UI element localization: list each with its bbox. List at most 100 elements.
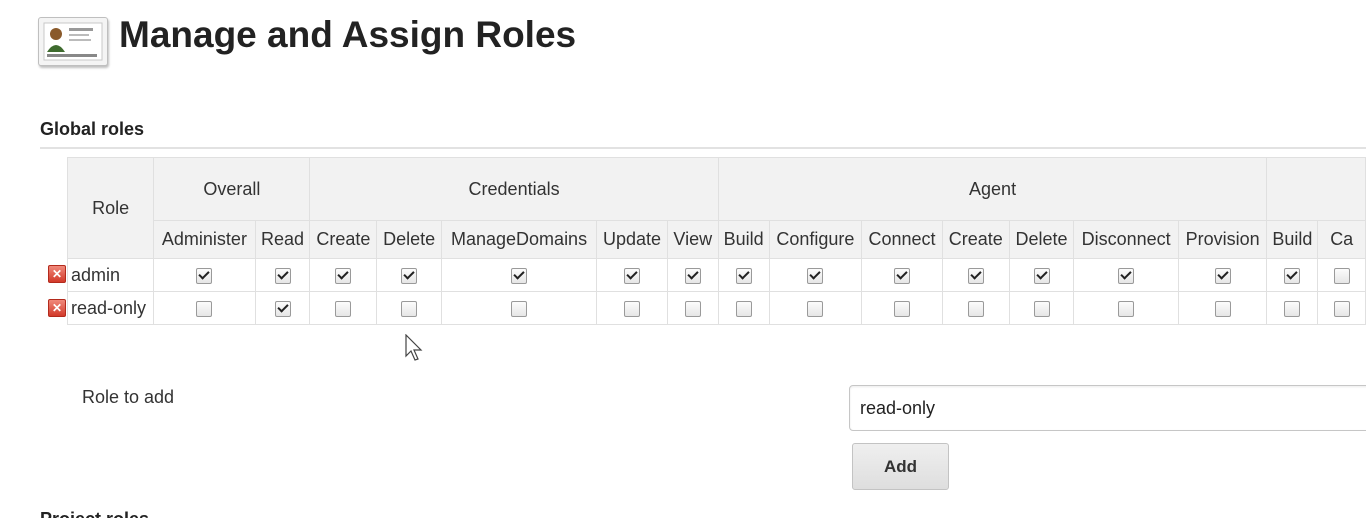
section-divider (40, 147, 1366, 149)
table-row: admin (66, 258, 1366, 292)
permission-cell (1008, 291, 1075, 325)
role-name-cell: read-only (66, 291, 155, 325)
add-role-button[interactable]: Add (852, 443, 949, 490)
permission-cell (1177, 291, 1268, 325)
page-title: Manage and Assign Roles (119, 14, 577, 55)
permission-checkbox[interactable] (1214, 267, 1231, 284)
permission-checkbox[interactable] (1214, 300, 1231, 317)
permission-cell (768, 291, 863, 325)
permission-checkbox[interactable] (735, 267, 752, 284)
permission-cell (440, 291, 598, 325)
perm-header-update: Update (596, 220, 668, 259)
permission-cell (717, 291, 770, 325)
permission-checkbox[interactable] (196, 267, 213, 284)
permission-checkbox[interactable] (1284, 300, 1301, 317)
permission-cell (254, 291, 311, 325)
permission-checkbox[interactable] (623, 300, 640, 317)
permission-checkbox[interactable] (894, 267, 911, 284)
permission-cell (666, 291, 719, 325)
perm-header-provision: Provision (1177, 220, 1268, 259)
permission-checkbox[interactable] (1333, 300, 1350, 317)
perm-header-agent-create: Create (941, 220, 1010, 259)
perm-header-agent-delete: Delete (1008, 220, 1075, 259)
group-header-overall: Overall (153, 157, 311, 221)
permission-checkbox[interactable] (684, 300, 701, 317)
group-header-agent: Agent (717, 157, 1268, 221)
permission-checkbox[interactable] (274, 267, 291, 284)
permission-checkbox[interactable] (623, 267, 640, 284)
perm-header-credentials-delete: Delete (376, 220, 442, 259)
perm-header-build: Build (1266, 220, 1319, 259)
permission-cell (1266, 258, 1319, 292)
global-roles-table: Role Overall Credentials Agent Administe… (66, 157, 1366, 325)
permission-cell (376, 291, 442, 325)
permission-cell (861, 258, 943, 292)
permission-checkbox[interactable] (401, 300, 418, 317)
permission-cell (309, 291, 378, 325)
permission-cell (1073, 291, 1179, 325)
permission-checkbox[interactable] (807, 300, 824, 317)
permission-cell (941, 258, 1010, 292)
permission-cell (153, 291, 256, 325)
permission-cell (1177, 258, 1268, 292)
group-header-next (1266, 157, 1366, 221)
delete-role-admin-icon[interactable]: ✕ (48, 265, 66, 283)
permission-cell (768, 258, 863, 292)
mouse-cursor-icon (405, 334, 423, 361)
perm-header-disconnect: Disconnect (1073, 220, 1179, 259)
roles-id-card-icon (38, 17, 108, 66)
perm-header-connect: Connect (861, 220, 943, 259)
perm-header-configure: Configure (768, 220, 863, 259)
delete-role-read-only-icon[interactable]: ✕ (48, 299, 66, 317)
role-name-input[interactable] (849, 385, 1366, 431)
permission-checkbox[interactable] (1118, 300, 1135, 317)
permission-checkbox[interactable] (274, 300, 291, 317)
table-row: read-only (66, 291, 1366, 325)
permission-checkbox[interactable] (684, 267, 701, 284)
permission-checkbox[interactable] (1333, 267, 1350, 284)
role-to-add-label: Role to add (82, 387, 175, 407)
permission-checkbox[interactable] (1284, 267, 1301, 284)
perm-header-credentials-create: Create (309, 220, 378, 259)
perm-header-read: Read (254, 220, 311, 259)
permission-checkbox[interactable] (967, 300, 984, 317)
perm-header-agent-build: Build (717, 220, 770, 259)
permission-cell (717, 258, 770, 292)
permission-checkbox[interactable] (807, 267, 824, 284)
permission-cell (1073, 258, 1179, 292)
permission-checkbox[interactable] (1033, 267, 1050, 284)
permission-cell (1317, 258, 1366, 292)
permission-cell (596, 291, 668, 325)
permission-checkbox[interactable] (335, 267, 352, 284)
permission-cell (376, 258, 442, 292)
permission-checkbox[interactable] (511, 267, 528, 284)
permission-cell (254, 258, 311, 292)
permission-checkbox[interactable] (335, 300, 352, 317)
permission-cell (1266, 291, 1319, 325)
permission-checkbox[interactable] (735, 300, 752, 317)
permission-cell (309, 258, 378, 292)
permission-checkbox[interactable] (401, 267, 418, 284)
permission-checkbox[interactable] (967, 267, 984, 284)
permission-cell (440, 258, 598, 292)
perm-header-ca: Ca (1317, 220, 1366, 259)
project-roles-heading: Project roles (40, 509, 149, 518)
permission-checkbox[interactable] (894, 300, 911, 317)
permission-cell (941, 291, 1010, 325)
permission-cell (153, 258, 256, 292)
perm-header-view: View (666, 220, 719, 259)
permission-cell (596, 258, 668, 292)
permission-checkbox[interactable] (1118, 267, 1135, 284)
permission-checkbox[interactable] (511, 300, 528, 317)
permission-cell (666, 258, 719, 292)
group-header-credentials: Credentials (309, 157, 719, 221)
perm-header-managedomains: ManageDomains (440, 220, 598, 259)
global-roles-heading: Global roles (40, 119, 145, 139)
permission-checkbox[interactable] (196, 300, 213, 317)
perm-header-administer: Administer (153, 220, 256, 259)
permission-cell (1008, 258, 1075, 292)
permission-checkbox[interactable] (1033, 300, 1050, 317)
role-column-header: Role (66, 157, 155, 259)
permission-cell (1317, 291, 1366, 325)
permission-cell (861, 291, 943, 325)
